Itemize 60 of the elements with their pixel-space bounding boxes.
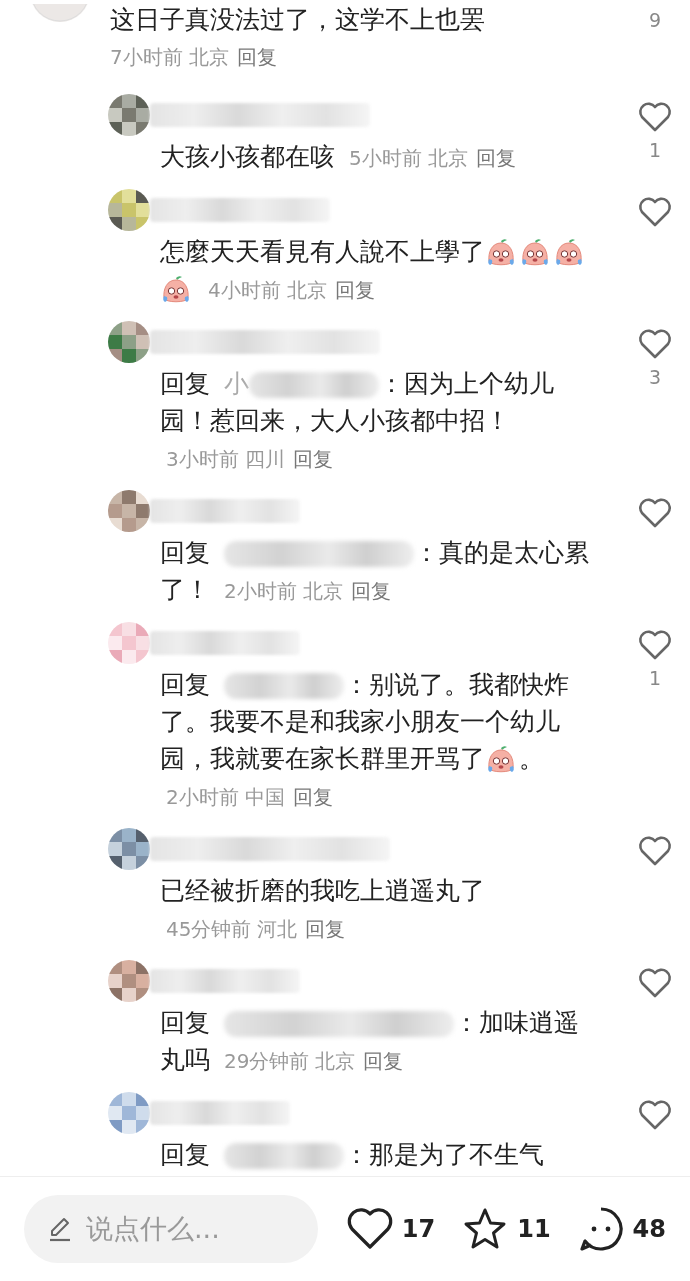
comment-text: 这日子真没法过了，这学不上也罢	[110, 4, 486, 36]
comment-location: 北京	[315, 1049, 356, 1073]
mention-name[interactable]: 小	[224, 369, 249, 398]
comment-text: ：那是为了不生气	[344, 1140, 544, 1169]
comment-time: 7小时前	[110, 45, 183, 69]
reply-link[interactable]: 回复	[292, 785, 333, 809]
reply-link[interactable]: 回复	[475, 146, 516, 170]
avatar[interactable]	[108, 960, 150, 1002]
reply-label: 回复	[160, 670, 210, 699]
comment-text: ：真的是太心累	[414, 538, 589, 567]
reply-label: 回复	[160, 1008, 210, 1037]
like-count: 1	[647, 138, 663, 163]
comment-location: 四川	[244, 447, 285, 471]
comment-time: 2小时前	[166, 785, 239, 809]
comment-text: 。	[519, 744, 544, 773]
comment-text: 园！惹回来，大人小孩都中招！	[160, 406, 510, 435]
comment-time: 3小时前	[166, 447, 239, 471]
reply-label: 回复	[160, 538, 210, 567]
comment-text: ：加味逍遥	[454, 1008, 579, 1037]
avatar[interactable]	[108, 189, 150, 231]
comment-time: 29分钟前	[223, 1049, 310, 1073]
comment-text: 已经被折磨的我吃上逍遥丸了	[160, 876, 485, 905]
reply-link[interactable]: 回复	[363, 1049, 404, 1073]
comment-location: 北京	[302, 579, 343, 603]
favorite-count: 11	[517, 1214, 551, 1245]
avatar[interactable]	[108, 490, 150, 532]
comment-location: 北京	[188, 45, 229, 69]
like-count: 9	[647, 8, 663, 33]
reply-link[interactable]: 回复	[236, 45, 277, 69]
comment-text: 丸吗	[160, 1045, 210, 1074]
reply-link[interactable]: 回复	[334, 278, 375, 302]
comment-text: ：因为上个幼儿	[379, 369, 554, 398]
avatar[interactable]	[108, 94, 150, 136]
reply-label: 回复	[160, 369, 210, 398]
comment-location: 北京	[286, 278, 327, 302]
comment-location: 中国	[244, 785, 285, 809]
comment-text: 怎麼天天看見有人說不上學了	[160, 237, 485, 266]
like-count: 3	[647, 365, 663, 390]
avatar[interactable]	[108, 321, 150, 363]
comment-count: 48	[632, 1214, 666, 1245]
comment-text: 了！	[160, 575, 210, 604]
reply-label: 回复	[160, 1140, 210, 1169]
reply-link[interactable]: 回复	[305, 917, 346, 941]
comment-location: 河北	[257, 917, 298, 941]
comment-input[interactable]: 说点什么...	[84, 1207, 304, 1251]
comment-time: 4小时前	[207, 278, 281, 302]
comment-text: 园，我就要在家长群里开骂了	[160, 744, 485, 773]
like-count: 17	[401, 1214, 436, 1245]
comment-text: 大孩小孩都在咳	[160, 142, 335, 171]
comment-field[interactable]: 说点什么...	[24, 1195, 318, 1263]
like-count: 1	[647, 666, 663, 691]
reply-link[interactable]: 回复	[350, 579, 391, 603]
reply-link[interactable]: 回复	[292, 447, 333, 471]
comment-time: 2小时前	[223, 579, 297, 603]
comment-time: 5小时前	[348, 146, 422, 170]
comment-text: 了。我要不是和我家小朋友一个幼儿	[160, 707, 560, 736]
comment-time: 45分钟前	[166, 917, 252, 941]
avatar[interactable]	[108, 828, 150, 870]
comment-location: 北京	[427, 146, 468, 170]
comment-text: ：别说了。我都快炸	[344, 670, 569, 699]
